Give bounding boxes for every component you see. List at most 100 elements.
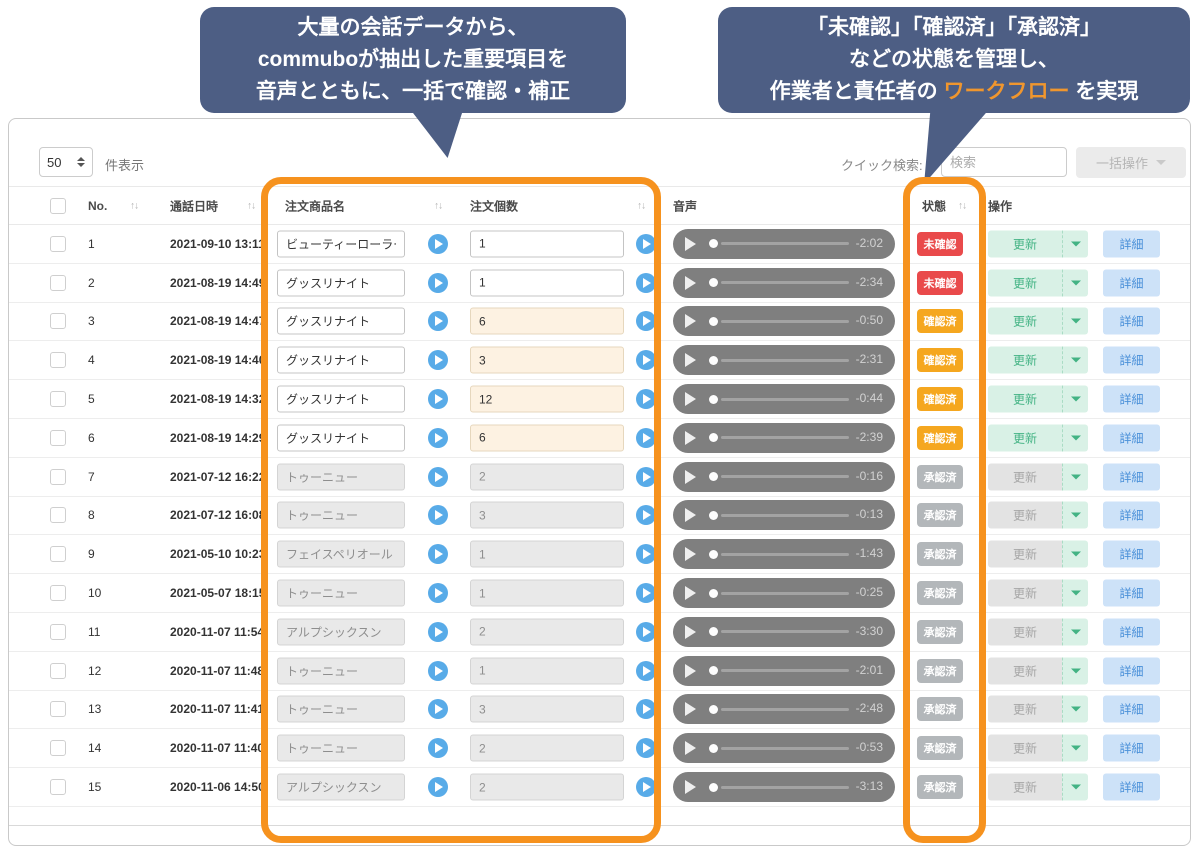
quantity-play-icon[interactable] xyxy=(636,622,656,642)
audio-seek-handle[interactable] xyxy=(709,239,718,248)
audio-progress-track[interactable] xyxy=(721,398,849,401)
update-dropdown-button[interactable] xyxy=(1062,424,1088,451)
update-dropdown-button[interactable] xyxy=(1062,269,1088,296)
audio-seek-handle[interactable] xyxy=(709,627,718,636)
quantity-play-icon[interactable] xyxy=(636,467,656,487)
product-play-icon[interactable] xyxy=(428,311,448,331)
header-product[interactable]: 注文商品名 xyxy=(285,197,345,214)
quantity-field[interactable] xyxy=(470,269,624,296)
row-checkbox[interactable] xyxy=(50,624,66,640)
update-button[interactable]: 更新 xyxy=(988,347,1062,374)
product-play-icon[interactable] xyxy=(428,350,448,370)
detail-button[interactable]: 詳細 xyxy=(1103,269,1160,296)
product-play-icon[interactable] xyxy=(428,467,448,487)
audio-play-icon[interactable] xyxy=(685,664,696,678)
audio-player[interactable]: -0:44 xyxy=(673,384,895,414)
audio-progress-track[interactable] xyxy=(721,320,849,323)
product-name-field[interactable] xyxy=(277,424,405,451)
row-checkbox[interactable] xyxy=(50,585,66,601)
audio-play-icon[interactable] xyxy=(685,508,696,522)
detail-button[interactable]: 詳細 xyxy=(1103,463,1160,490)
row-checkbox[interactable] xyxy=(50,352,66,368)
audio-player[interactable]: -3:13 xyxy=(673,772,895,802)
header-quantity[interactable]: 注文個数 xyxy=(470,197,518,214)
audio-player[interactable]: -2:39 xyxy=(673,423,895,453)
audio-player[interactable]: -0:50 xyxy=(673,306,895,336)
product-play-icon[interactable] xyxy=(428,544,448,564)
audio-player[interactable]: -2:01 xyxy=(673,656,895,686)
audio-player[interactable]: -3:30 xyxy=(673,617,895,647)
audio-player[interactable]: -0:16 xyxy=(673,462,895,492)
quantity-play-icon[interactable] xyxy=(636,583,656,603)
audio-play-icon[interactable] xyxy=(685,314,696,328)
update-button[interactable]: 更新 xyxy=(988,230,1062,257)
audio-progress-track[interactable] xyxy=(721,436,849,439)
quantity-field[interactable] xyxy=(470,424,624,451)
detail-button[interactable]: 詳細 xyxy=(1103,230,1160,257)
quantity-field[interactable] xyxy=(470,386,624,413)
update-button[interactable]: 更新 xyxy=(988,386,1062,413)
product-name-field[interactable] xyxy=(277,347,405,374)
detail-button[interactable]: 詳細 xyxy=(1103,580,1160,607)
audio-play-icon[interactable] xyxy=(685,702,696,716)
header-status[interactable]: 状態 xyxy=(922,197,946,214)
product-name-field[interactable] xyxy=(277,308,405,335)
row-checkbox[interactable] xyxy=(50,469,66,485)
update-button[interactable]: 更新 xyxy=(988,424,1062,451)
audio-seek-handle[interactable] xyxy=(709,783,718,792)
product-play-icon[interactable] xyxy=(428,583,448,603)
audio-progress-track[interactable] xyxy=(721,747,849,750)
product-name-field[interactable] xyxy=(277,230,405,257)
product-play-icon[interactable] xyxy=(428,273,448,293)
update-button[interactable]: 更新 xyxy=(988,269,1062,296)
update-dropdown-button[interactable] xyxy=(1062,541,1088,568)
detail-button[interactable]: 詳細 xyxy=(1103,541,1160,568)
row-checkbox[interactable] xyxy=(50,740,66,756)
quantity-play-icon[interactable] xyxy=(636,428,656,448)
audio-play-icon[interactable] xyxy=(685,741,696,755)
audio-player[interactable]: -0:53 xyxy=(673,733,895,763)
quantity-field[interactable] xyxy=(470,230,624,257)
quantity-play-icon[interactable] xyxy=(636,505,656,525)
product-play-icon[interactable] xyxy=(428,234,448,254)
audio-seek-handle[interactable] xyxy=(709,550,718,559)
row-checkbox[interactable] xyxy=(50,430,66,446)
audio-player[interactable]: -0:25 xyxy=(673,578,895,608)
quantity-field[interactable] xyxy=(470,308,624,335)
audio-play-icon[interactable] xyxy=(685,353,696,367)
audio-progress-track[interactable] xyxy=(721,669,849,672)
row-checkbox[interactable] xyxy=(50,313,66,329)
detail-button[interactable]: 詳細 xyxy=(1103,735,1160,762)
audio-progress-track[interactable] xyxy=(721,553,849,556)
update-dropdown-button[interactable] xyxy=(1062,502,1088,529)
quantity-play-icon[interactable] xyxy=(636,350,656,370)
product-play-icon[interactable] xyxy=(428,428,448,448)
product-play-icon[interactable] xyxy=(428,505,448,525)
audio-progress-track[interactable] xyxy=(721,242,849,245)
audio-seek-handle[interactable] xyxy=(709,472,718,481)
audio-progress-track[interactable] xyxy=(721,630,849,633)
row-checkbox[interactable] xyxy=(50,507,66,523)
quantity-field[interactable] xyxy=(470,347,624,374)
update-dropdown-button[interactable] xyxy=(1062,735,1088,762)
sort-icon[interactable]: ↑↓ xyxy=(958,200,966,211)
product-name-field[interactable] xyxy=(277,269,405,296)
audio-seek-handle[interactable] xyxy=(709,511,718,520)
audio-progress-track[interactable] xyxy=(721,514,849,517)
row-checkbox[interactable] xyxy=(50,701,66,717)
row-checkbox[interactable] xyxy=(50,391,66,407)
audio-play-icon[interactable] xyxy=(685,470,696,484)
quantity-play-icon[interactable] xyxy=(636,273,656,293)
product-play-icon[interactable] xyxy=(428,661,448,681)
audio-progress-track[interactable] xyxy=(721,786,849,789)
audio-play-icon[interactable] xyxy=(685,780,696,794)
detail-button[interactable]: 詳細 xyxy=(1103,657,1160,684)
audio-progress-track[interactable] xyxy=(721,592,849,595)
sort-icon[interactable]: ↑↓ xyxy=(434,200,442,211)
update-dropdown-button[interactable] xyxy=(1062,347,1088,374)
detail-button[interactable]: 詳細 xyxy=(1103,774,1160,801)
detail-button[interactable]: 詳細 xyxy=(1103,618,1160,645)
audio-play-icon[interactable] xyxy=(685,431,696,445)
detail-button[interactable]: 詳細 xyxy=(1103,347,1160,374)
detail-button[interactable]: 詳細 xyxy=(1103,502,1160,529)
